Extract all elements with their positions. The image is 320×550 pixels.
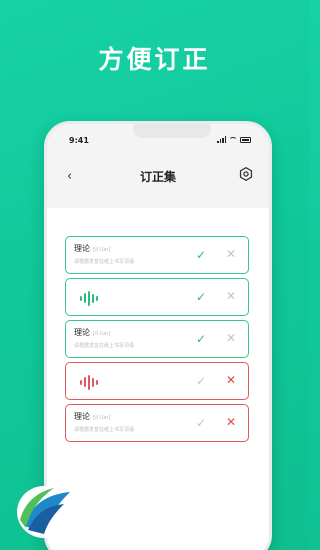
check-icon[interactable]: ✓: [196, 248, 206, 262]
close-icon[interactable]: ✕: [226, 331, 236, 345]
audio-wave-icon[interactable]: [80, 374, 98, 390]
close-icon[interactable]: ✕: [226, 247, 236, 261]
list-item[interactable]: 理论 [lǐ lùn] 请根据发音在纸上书写词语 ✓ ✕: [65, 404, 249, 442]
status-time: 9:41: [69, 136, 89, 145]
check-icon[interactable]: ✓: [196, 374, 206, 388]
settings-icon[interactable]: [239, 167, 253, 181]
check-icon[interactable]: ✓: [196, 332, 206, 346]
word-label: 理论 [lǐ lùn]: [74, 243, 111, 254]
signal-icon: [217, 136, 226, 143]
list-item[interactable]: ✓ ✕: [65, 362, 249, 400]
banner-title: 方便订正: [98, 45, 211, 74]
pinyin-text: [lǐ lùn]: [93, 247, 111, 253]
phone-notch: [133, 124, 211, 138]
page-title: 订正集: [139, 170, 176, 184]
battery-icon: [240, 136, 251, 143]
check-icon[interactable]: ✓: [196, 290, 206, 304]
pinyin-text: [lǐ lùn]: [93, 415, 111, 421]
pinyin-text: [lǐ lùn]: [93, 331, 111, 337]
close-icon[interactable]: ✕: [226, 415, 236, 429]
word-text: 理论: [74, 244, 90, 253]
watermark-subtitle: MIANFEISHOUYOUWANG: [88, 532, 235, 543]
word-label: 理论 [lǐ lùn]: [74, 327, 111, 338]
list-item[interactable]: 理论 [lǐ lùn] 请根据发音在纸上书写词语 ✓ ✕: [65, 320, 249, 358]
watermark-logo: [17, 486, 71, 538]
watermark-title: 免费手游网: [90, 486, 255, 522]
hint-text: 请根据发音在纸上书写词语: [74, 427, 135, 433]
word-text: 理论: [74, 328, 90, 337]
word-text: 理论: [74, 412, 90, 421]
close-icon[interactable]: ✕: [226, 289, 236, 303]
audio-wave-icon[interactable]: [80, 290, 98, 306]
check-icon[interactable]: ✓: [196, 416, 206, 430]
hint-text: 请根据发音在纸上书写词语: [74, 343, 135, 349]
word-label: 理论 [lǐ lùn]: [74, 411, 111, 422]
top-bar: 9:41 ‹ 订正集: [47, 124, 269, 208]
hint-text: 请根据发音在纸上书写词语: [74, 259, 135, 265]
wifi-icon: [229, 136, 237, 143]
status-icons: [217, 136, 251, 143]
close-icon[interactable]: ✕: [226, 373, 236, 387]
list-item[interactable]: ✓ ✕: [65, 278, 249, 316]
list-item[interactable]: 理论 [lǐ lùn] 请根据发音在纸上书写词语 ✓ ✕: [65, 236, 249, 274]
